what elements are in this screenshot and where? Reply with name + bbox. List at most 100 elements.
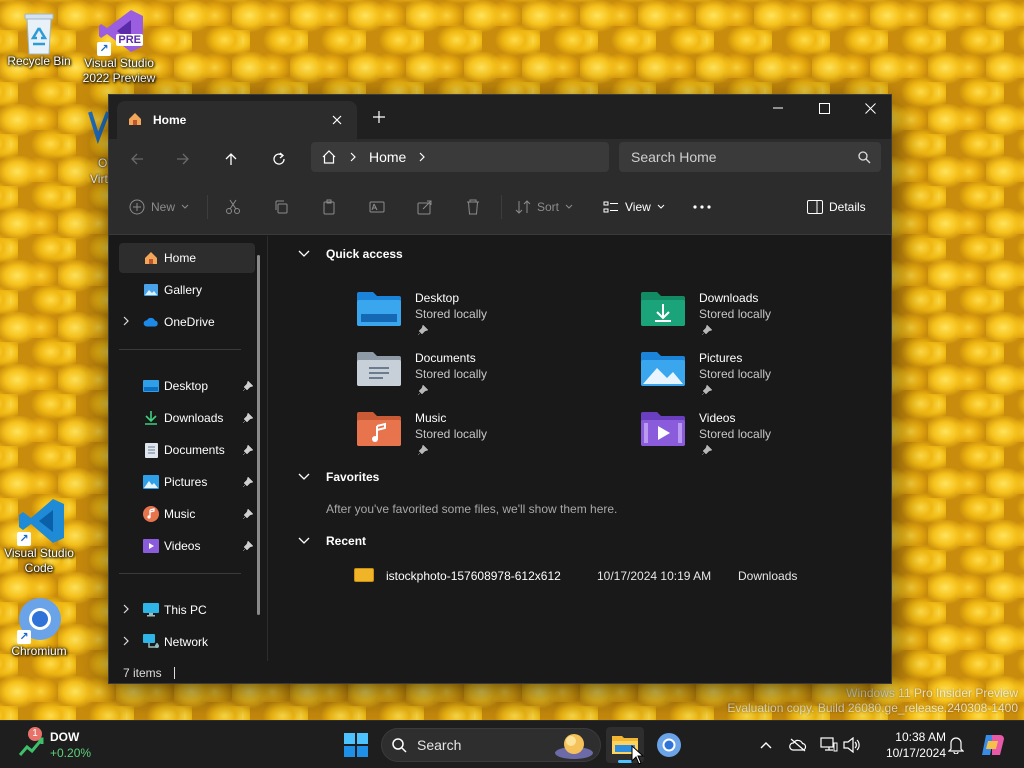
windows-watermark: Windows 11 Pro Insider Preview Evaluatio… — [727, 686, 1018, 716]
document-icon — [143, 442, 159, 458]
quick-access-item-pictures[interactable]: Pictures Stored locally — [641, 344, 891, 400]
music-folder-icon — [357, 412, 401, 446]
paste-button[interactable] — [321, 193, 337, 221]
volume-tray-icon[interactable] — [840, 733, 864, 757]
recent-file-row[interactable]: istockphoto-157608978-612x612 10/17/2024… — [354, 566, 874, 586]
nav-item-network[interactable]: Network — [119, 627, 255, 657]
refresh-icon — [273, 152, 285, 165]
shortcut-arrow-icon: ↗ — [17, 532, 31, 546]
more-options-button[interactable] — [693, 193, 711, 221]
desktop-icon-label: Chromium — [11, 644, 67, 658]
quick-access-item-downloads[interactable]: Downloads Stored locally — [641, 284, 891, 340]
item-name: Videos — [699, 411, 736, 425]
quick-access-item-desktop[interactable]: Desktop Stored locally — [357, 284, 607, 340]
sort-button[interactable]: Sort — [515, 193, 573, 221]
nav-item-this-pc[interactable]: This PC — [119, 595, 255, 625]
nav-item-music[interactable]: Music — [119, 499, 255, 529]
pin-icon — [242, 508, 254, 522]
close-tab-button[interactable] — [325, 108, 349, 132]
chevron-down-icon[interactable] — [298, 534, 310, 548]
breadcrumb-home[interactable]: Home — [369, 149, 406, 165]
chevron-up-icon — [760, 742, 772, 749]
chevron-right-icon[interactable] — [418, 152, 426, 162]
tab-title: Home — [153, 113, 187, 127]
delete-button[interactable] — [465, 193, 481, 221]
chevron-down-icon[interactable] — [298, 470, 310, 484]
quick-access-item-documents[interactable]: Documents Stored locally — [357, 344, 607, 400]
desktop-icon-visual-studio-preview[interactable]: PRE ↗ Visual Studio 2022 Preview — [80, 6, 158, 86]
item-status: Stored locally — [415, 307, 488, 321]
video-play-icon — [143, 538, 159, 554]
nav-divider — [119, 573, 241, 574]
copy-icon — [275, 200, 288, 214]
taskbar-chromium[interactable] — [650, 727, 688, 763]
tab-home[interactable]: Home — [117, 101, 357, 139]
taskbar-clock[interactable]: 10:38 AM 10/17/2024 — [872, 729, 946, 761]
section-title: Favorites — [326, 470, 380, 484]
chevron-right-icon[interactable] — [121, 635, 131, 649]
pin-icon — [417, 444, 429, 458]
search-highlight-icon — [555, 734, 593, 759]
notifications-button[interactable] — [944, 733, 968, 757]
nav-item-pictures[interactable]: Pictures — [119, 467, 255, 497]
stocks-widget[interactable]: 1 DOW +0.20% — [18, 727, 118, 763]
rename-button[interactable] — [369, 193, 385, 221]
minimize-button[interactable] — [755, 95, 801, 121]
share-button[interactable] — [417, 193, 433, 221]
nav-item-desktop[interactable]: Desktop — [119, 371, 255, 401]
up-button[interactable] — [215, 145, 247, 173]
chevron-right-icon[interactable] — [121, 315, 131, 329]
desktop-icon-vscode[interactable]: ↗ Visual Studio Code — [0, 496, 78, 576]
pin-icon — [242, 380, 254, 394]
maximize-button[interactable] — [801, 95, 847, 121]
nav-item-videos[interactable]: Videos — [119, 531, 255, 561]
content-area: Quick access Desktop Stored locally Down… — [268, 236, 891, 661]
title-bar[interactable]: Home — [109, 95, 891, 139]
file-explorer-window: Home Home Search Home New Sort View Deta… — [108, 94, 892, 684]
back-button[interactable] — [121, 145, 153, 173]
start-button[interactable] — [340, 729, 372, 761]
onedrive-tray-icon[interactable] — [786, 733, 810, 757]
recent-file-name: istockphoto-157608978-612x612 — [386, 569, 561, 583]
copy-button[interactable] — [273, 193, 289, 221]
navigation-bar: Home Search Home — [109, 139, 891, 179]
nav-item-downloads[interactable]: Downloads — [119, 403, 255, 433]
show-hidden-icons-button[interactable] — [754, 733, 778, 757]
pin-icon — [242, 444, 254, 458]
taskbar-search-box[interactable]: Search — [381, 728, 601, 762]
view-button[interactable]: View — [603, 193, 665, 221]
pin-icon — [417, 324, 429, 338]
nav-pane-scrollbar[interactable] — [257, 255, 260, 615]
home-icon — [143, 250, 159, 266]
notification-badge: 1 — [28, 727, 42, 741]
desktop-icon-recycle-bin[interactable]: Recycle Bin — [0, 10, 78, 69]
nav-item-onedrive[interactable]: OneDrive — [119, 307, 255, 337]
chevron-down-icon[interactable] — [298, 247, 310, 261]
nav-item-gallery[interactable]: Gallery — [119, 275, 255, 305]
close-window-button[interactable] — [847, 95, 891, 121]
search-input[interactable]: Search Home — [619, 142, 881, 172]
chevron-right-icon[interactable] — [121, 603, 131, 617]
pin-icon — [417, 384, 429, 398]
nav-item-documents[interactable]: Documents — [119, 435, 255, 465]
network-tray-icon[interactable] — [817, 733, 841, 757]
search-placeholder: Search Home — [631, 149, 717, 165]
chevron-down-icon — [657, 204, 665, 209]
paste-icon — [323, 199, 335, 215]
cut-button[interactable] — [225, 193, 241, 221]
desktop-icon-chromium[interactable]: ↗ Chromium — [0, 596, 78, 659]
quick-access-item-videos[interactable]: Videos Stored locally — [641, 404, 891, 460]
refresh-button[interactable] — [263, 145, 295, 173]
new-tab-button[interactable] — [367, 105, 391, 129]
address-bar[interactable]: Home — [311, 142, 609, 172]
nav-item-home[interactable]: Home — [119, 243, 255, 273]
sort-icon — [515, 200, 531, 214]
quick-access-item-music[interactable]: Music Stored locally — [357, 404, 607, 460]
new-button[interactable]: New — [129, 193, 189, 221]
copilot-button[interactable] — [978, 733, 1008, 757]
desktop-icon-partial[interactable]: O Virt — [86, 108, 108, 188]
item-name: Music — [415, 411, 447, 425]
forward-button[interactable] — [167, 145, 199, 173]
details-button[interactable]: Details — [807, 193, 866, 221]
documents-folder-icon — [357, 352, 401, 386]
